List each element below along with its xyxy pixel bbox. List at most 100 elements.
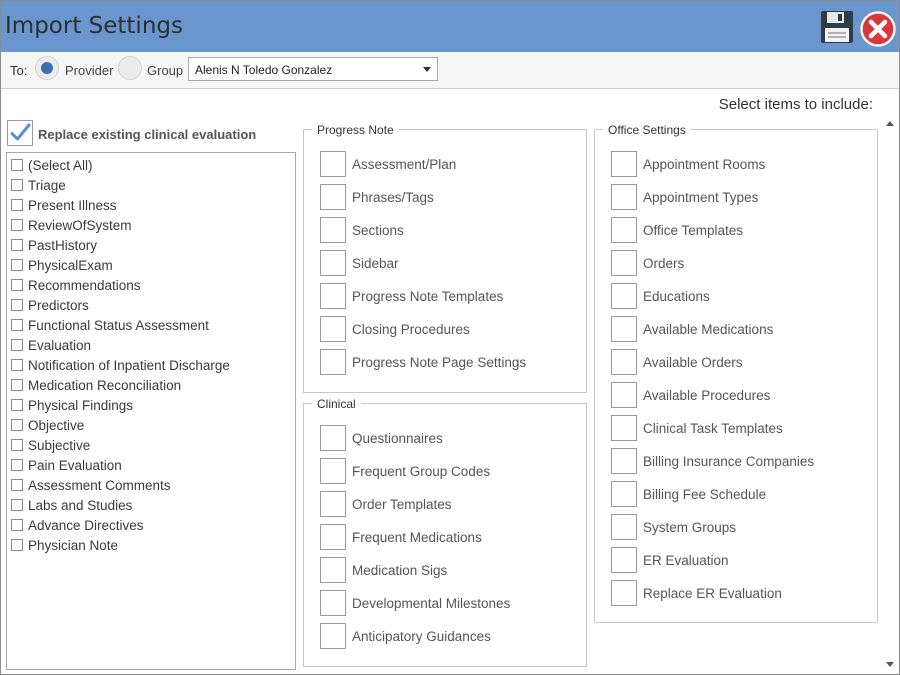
scroll-up-arrow-icon[interactable] — [886, 121, 894, 126]
list-item-checkbox[interactable] — [11, 459, 23, 471]
option-checkbox[interactable] — [611, 514, 637, 540]
save-icon[interactable] — [820, 10, 854, 44]
option-label: Anticipatory Guidances — [352, 629, 491, 644]
option-checkbox[interactable] — [320, 458, 346, 484]
option-checkbox[interactable] — [320, 250, 346, 276]
option-label: Questionnaires — [352, 431, 443, 446]
option-checkbox[interactable] — [611, 316, 637, 342]
checkmark-icon[interactable] — [7, 120, 33, 146]
option-checkbox[interactable] — [320, 283, 346, 309]
option-checkbox[interactable] — [611, 547, 637, 573]
option-checkbox[interactable] — [611, 151, 637, 177]
list-item-label: PastHistory — [28, 238, 98, 253]
option-label: Billing Insurance Companies — [643, 454, 815, 469]
list-item-checkbox[interactable] — [11, 299, 23, 311]
option-label: Phrases/Tags — [352, 190, 434, 205]
chevron-down-icon — [423, 67, 431, 72]
option-checkbox[interactable] — [320, 217, 346, 243]
list-item-checkbox[interactable] — [11, 479, 23, 491]
replace-existing-label[interactable]: Replace existing clinical evaluation — [38, 127, 256, 142]
option-checkbox[interactable] — [611, 349, 637, 375]
option-checkbox[interactable] — [320, 425, 346, 451]
option-checkbox[interactable] — [320, 316, 346, 342]
option-checkbox[interactable] — [611, 184, 637, 210]
list-item-checkbox[interactable] — [11, 339, 23, 351]
option-checkbox[interactable] — [611, 283, 637, 309]
clinical-group: Clinical Questionnaires Frequent Group Co… — [303, 397, 587, 667]
provider-select-value: Alenis N Toledo Gonzalez — [195, 63, 333, 77]
clinical-evaluation-list: (Select All) Triage Present Illness ReviewO… — [6, 152, 296, 670]
list-item-checkbox[interactable] — [11, 499, 23, 511]
option-checkbox[interactable] — [611, 382, 637, 408]
list-item-checkbox[interactable] — [11, 219, 23, 231]
vertical-scrollbar[interactable] — [882, 116, 898, 674]
group-radio[interactable] — [118, 56, 142, 80]
list-item-checkbox[interactable] — [11, 279, 23, 291]
option-label: Progress Note Templates — [352, 289, 504, 304]
list-item-checkbox[interactable] — [11, 359, 23, 371]
option-label: Frequent Medications — [352, 530, 482, 545]
office-settings-group: Office Settings Appointment Rooms Appoint… — [594, 123, 878, 623]
list-item-label: Advance Directives — [28, 518, 144, 533]
option-checkbox[interactable] — [611, 448, 637, 474]
option-checkbox[interactable] — [320, 491, 346, 517]
option-checkbox[interactable] — [320, 557, 346, 583]
import-settings-window: Import Settings To: Provider Group Aleni… — [0, 0, 900, 675]
list-item-label: Pain Evaluation — [28, 458, 122, 473]
option-checkbox[interactable] — [611, 481, 637, 507]
list-item-label: (Select All) — [28, 158, 93, 173]
office-settings-group-title: Office Settings — [603, 123, 691, 137]
list-item-checkbox[interactable] — [11, 199, 23, 211]
to-label: To: — [10, 63, 28, 78]
list-item-checkbox[interactable] — [11, 319, 23, 331]
close-icon[interactable] — [860, 11, 896, 47]
option-checkbox[interactable] — [320, 151, 346, 177]
list-item-checkbox[interactable] — [11, 379, 23, 391]
option-label: Office Templates — [643, 223, 744, 238]
provider-select[interactable]: Alenis N Toledo Gonzalez — [188, 57, 438, 81]
list-item-label: Physician Note — [28, 538, 119, 553]
provider-radio[interactable] — [35, 56, 59, 80]
option-label: ER Evaluation — [643, 553, 729, 568]
list-item-label: ReviewOfSystem — [28, 218, 132, 233]
option-label: Developmental Milestones — [352, 596, 511, 611]
option-label: Available Procedures — [643, 388, 771, 403]
option-checkbox[interactable] — [320, 524, 346, 550]
option-checkbox[interactable] — [320, 349, 346, 375]
list-item-checkbox[interactable] — [11, 239, 23, 251]
list-item-label: Functional Status Assessment — [28, 318, 209, 333]
list-item-label: Subjective — [28, 438, 91, 453]
list-item-checkbox[interactable] — [11, 439, 23, 451]
list-item-label: Physical Findings — [28, 398, 134, 413]
list-item-checkbox[interactable] — [11, 539, 23, 551]
option-label: Appointment Types — [643, 190, 759, 205]
option-checkbox[interactable] — [320, 184, 346, 210]
option-label: Available Medications — [643, 322, 774, 337]
list-item-checkbox[interactable] — [11, 519, 23, 531]
option-label: Replace ER Evaluation — [643, 586, 782, 601]
list-item-checkbox[interactable] — [11, 159, 23, 171]
option-label: Medication Sigs — [352, 563, 448, 578]
option-label: Sidebar — [352, 256, 399, 271]
list-item-label: Assessment Comments — [28, 478, 171, 493]
list-item-checkbox[interactable] — [11, 419, 23, 431]
list-item-checkbox[interactable] — [11, 179, 23, 191]
option-checkbox[interactable] — [320, 623, 346, 649]
list-item-checkbox[interactable] — [11, 399, 23, 411]
list-item-checkbox[interactable] — [11, 259, 23, 271]
option-label: Order Templates — [352, 497, 452, 512]
option-checkbox[interactable] — [611, 217, 637, 243]
list-item-label: Recommendations — [28, 278, 141, 293]
option-checkbox[interactable] — [611, 415, 637, 441]
title-bar: Import Settings — [1, 1, 899, 52]
scroll-down-arrow-icon[interactable] — [886, 662, 894, 667]
provider-radio-label[interactable]: Provider — [65, 63, 113, 78]
option-checkbox[interactable] — [611, 580, 637, 606]
destination-bar: To: Provider Group Alenis N Toledo Gonza… — [1, 52, 899, 89]
option-label: Assessment/Plan — [352, 157, 457, 172]
group-radio-label[interactable]: Group — [147, 63, 183, 78]
option-checkbox[interactable] — [320, 590, 346, 616]
option-label: Appointment Rooms — [643, 157, 766, 172]
option-checkbox[interactable] — [611, 250, 637, 276]
clinical-group-title: Clinical — [312, 397, 361, 411]
